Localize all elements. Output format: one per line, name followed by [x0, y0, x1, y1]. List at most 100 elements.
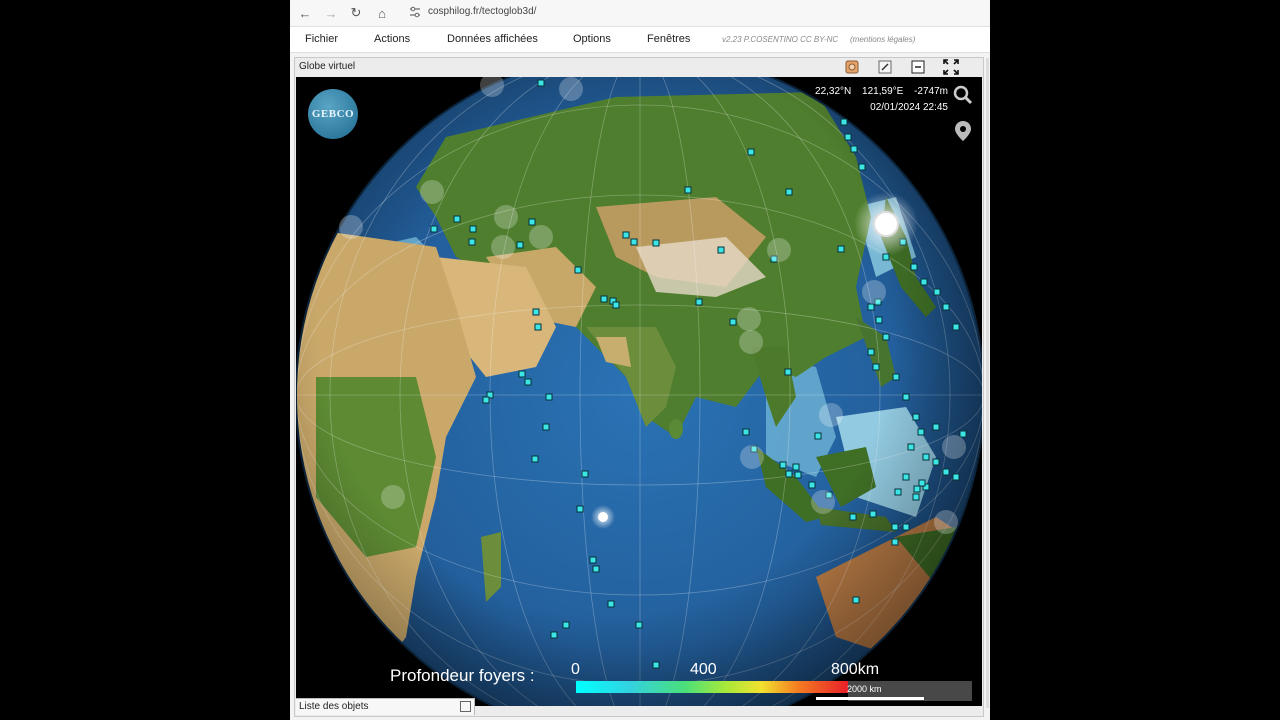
earthquake-marker[interactable] [785, 470, 793, 478]
location-button[interactable] [952, 120, 974, 142]
menu-actions[interactable]: Actions [374, 33, 410, 45]
address-bar[interactable]: cosphilog.fr/tectoglob3d/ [428, 6, 536, 17]
earthquake-marker[interactable] [942, 468, 950, 476]
earthquake-marker[interactable] [844, 133, 852, 141]
earthquake-marker[interactable] [607, 600, 615, 608]
globe-viewport[interactable]: GEBCO 22,32°N 121,59°E -2747m 02/01/2024… [296, 77, 982, 706]
earthquake-marker[interactable] [600, 295, 608, 303]
screenshot-button[interactable] [844, 59, 860, 75]
earthquake-marker[interactable] [468, 238, 476, 246]
earthquake-marker[interactable] [920, 278, 928, 286]
earthquake-marker[interactable] [918, 479, 926, 487]
earthquake-marker[interactable] [852, 596, 860, 604]
earthquake-marker[interactable] [562, 621, 570, 629]
earthquake-marker[interactable] [872, 363, 880, 371]
earthquake-marker[interactable] [891, 523, 899, 531]
menu-fenetres[interactable]: Fenêtres [647, 33, 690, 45]
earthquake-marker[interactable] [794, 471, 802, 479]
earthquake-marker[interactable] [917, 428, 925, 436]
earthquake-marker[interactable] [959, 430, 967, 438]
earthquake-marker[interactable] [869, 510, 877, 518]
earthquake-marker[interactable] [867, 348, 875, 356]
earthquake-marker[interactable] [592, 565, 600, 573]
earthquake-marker[interactable] [932, 423, 940, 431]
earthquake-marker[interactable] [779, 461, 787, 469]
earthquake-marker[interactable] [747, 148, 755, 156]
earthquake-marker[interactable] [528, 218, 536, 226]
quake-highlight[interactable] [598, 512, 608, 522]
earthquake-marker[interactable] [882, 333, 890, 341]
earthquake-marker[interactable] [932, 458, 940, 466]
earthquake-marker[interactable] [524, 378, 532, 386]
earthquake-marker[interactable] [652, 661, 660, 669]
earthquake-marker[interactable] [850, 145, 858, 153]
earthquake-marker[interactable] [537, 79, 545, 87]
earthquake-marker[interactable] [550, 631, 558, 639]
earthquake-marker[interactable] [516, 241, 524, 249]
earthquake-marker[interactable] [589, 556, 597, 564]
earthquake-marker[interactable] [469, 225, 477, 233]
earthquake-marker[interactable] [891, 538, 899, 546]
legal-link[interactable]: (mentions légales) [850, 35, 915, 44]
earthquake-marker[interactable] [574, 266, 582, 274]
earthquake-marker[interactable] [894, 488, 902, 496]
earthquake-marker[interactable] [622, 231, 630, 239]
selected-quake[interactable] [873, 211, 899, 237]
earthquake-marker[interactable] [907, 443, 915, 451]
minimize-button[interactable] [910, 59, 926, 75]
earthquake-marker[interactable] [482, 396, 490, 404]
earthquake-marker[interactable] [840, 118, 848, 126]
earthquake-marker[interactable] [912, 493, 920, 501]
earthquake-marker[interactable] [933, 288, 941, 296]
earthquake-marker[interactable] [902, 473, 910, 481]
earthquake-marker[interactable] [867, 303, 875, 311]
earthquake-marker[interactable] [635, 621, 643, 629]
earthquake-marker[interactable] [652, 239, 660, 247]
earthquake-marker[interactable] [922, 453, 930, 461]
earthquake-marker[interactable] [534, 323, 542, 331]
earthquake-marker[interactable] [430, 225, 438, 233]
earthquake-marker[interactable] [952, 323, 960, 331]
menu-donnees-affichees[interactable]: Données affichées [447, 33, 538, 45]
expand-icon[interactable] [460, 701, 471, 712]
earthquake-marker[interactable] [808, 481, 816, 489]
earthquake-marker[interactable] [532, 308, 540, 316]
earthquake-marker[interactable] [902, 393, 910, 401]
back-button[interactable]: ← [296, 4, 314, 22]
earthquake-marker[interactable] [576, 505, 584, 513]
earthquake-marker[interactable] [453, 215, 461, 223]
fullscreen-button[interactable] [943, 59, 959, 75]
earthquake-marker[interactable] [913, 485, 921, 493]
earthquake-marker[interactable] [542, 423, 550, 431]
earthquake-marker[interactable] [792, 463, 800, 471]
earthquake-marker[interactable] [742, 428, 750, 436]
search-button[interactable] [952, 84, 974, 106]
earthquake-marker[interactable] [729, 318, 737, 326]
menu-options[interactable]: Options [573, 33, 611, 45]
earthquake-marker[interactable] [910, 263, 918, 271]
globe-canvas[interactable] [296, 77, 982, 706]
earthquake-marker[interactable] [518, 370, 526, 378]
site-settings-icon[interactable] [408, 5, 422, 19]
earthquake-marker[interactable] [912, 413, 920, 421]
earthquake-marker[interactable] [892, 373, 900, 381]
earthquake-marker[interactable] [695, 298, 703, 306]
earthquake-marker[interactable] [814, 432, 822, 440]
earthquake-marker[interactable] [612, 301, 620, 309]
earthquake-marker[interactable] [531, 455, 539, 463]
forward-button[interactable]: → [322, 4, 340, 22]
earthquake-marker[interactable] [952, 473, 960, 481]
earthquake-marker[interactable] [837, 245, 845, 253]
earthquake-marker[interactable] [545, 393, 553, 401]
edit-tool-button[interactable] [877, 59, 893, 75]
earthquake-marker[interactable] [785, 188, 793, 196]
object-list-bar[interactable]: Liste des objets [296, 698, 475, 715]
home-button[interactable]: ⌂ [373, 4, 391, 22]
reload-button[interactable]: ↻ [347, 4, 365, 22]
earthquake-marker[interactable] [942, 303, 950, 311]
earthquake-marker[interactable] [849, 513, 857, 521]
earthquake-marker[interactable] [630, 238, 638, 246]
earthquake-marker[interactable] [858, 163, 866, 171]
earthquake-marker[interactable] [581, 470, 589, 478]
earthquake-marker[interactable] [875, 316, 883, 324]
